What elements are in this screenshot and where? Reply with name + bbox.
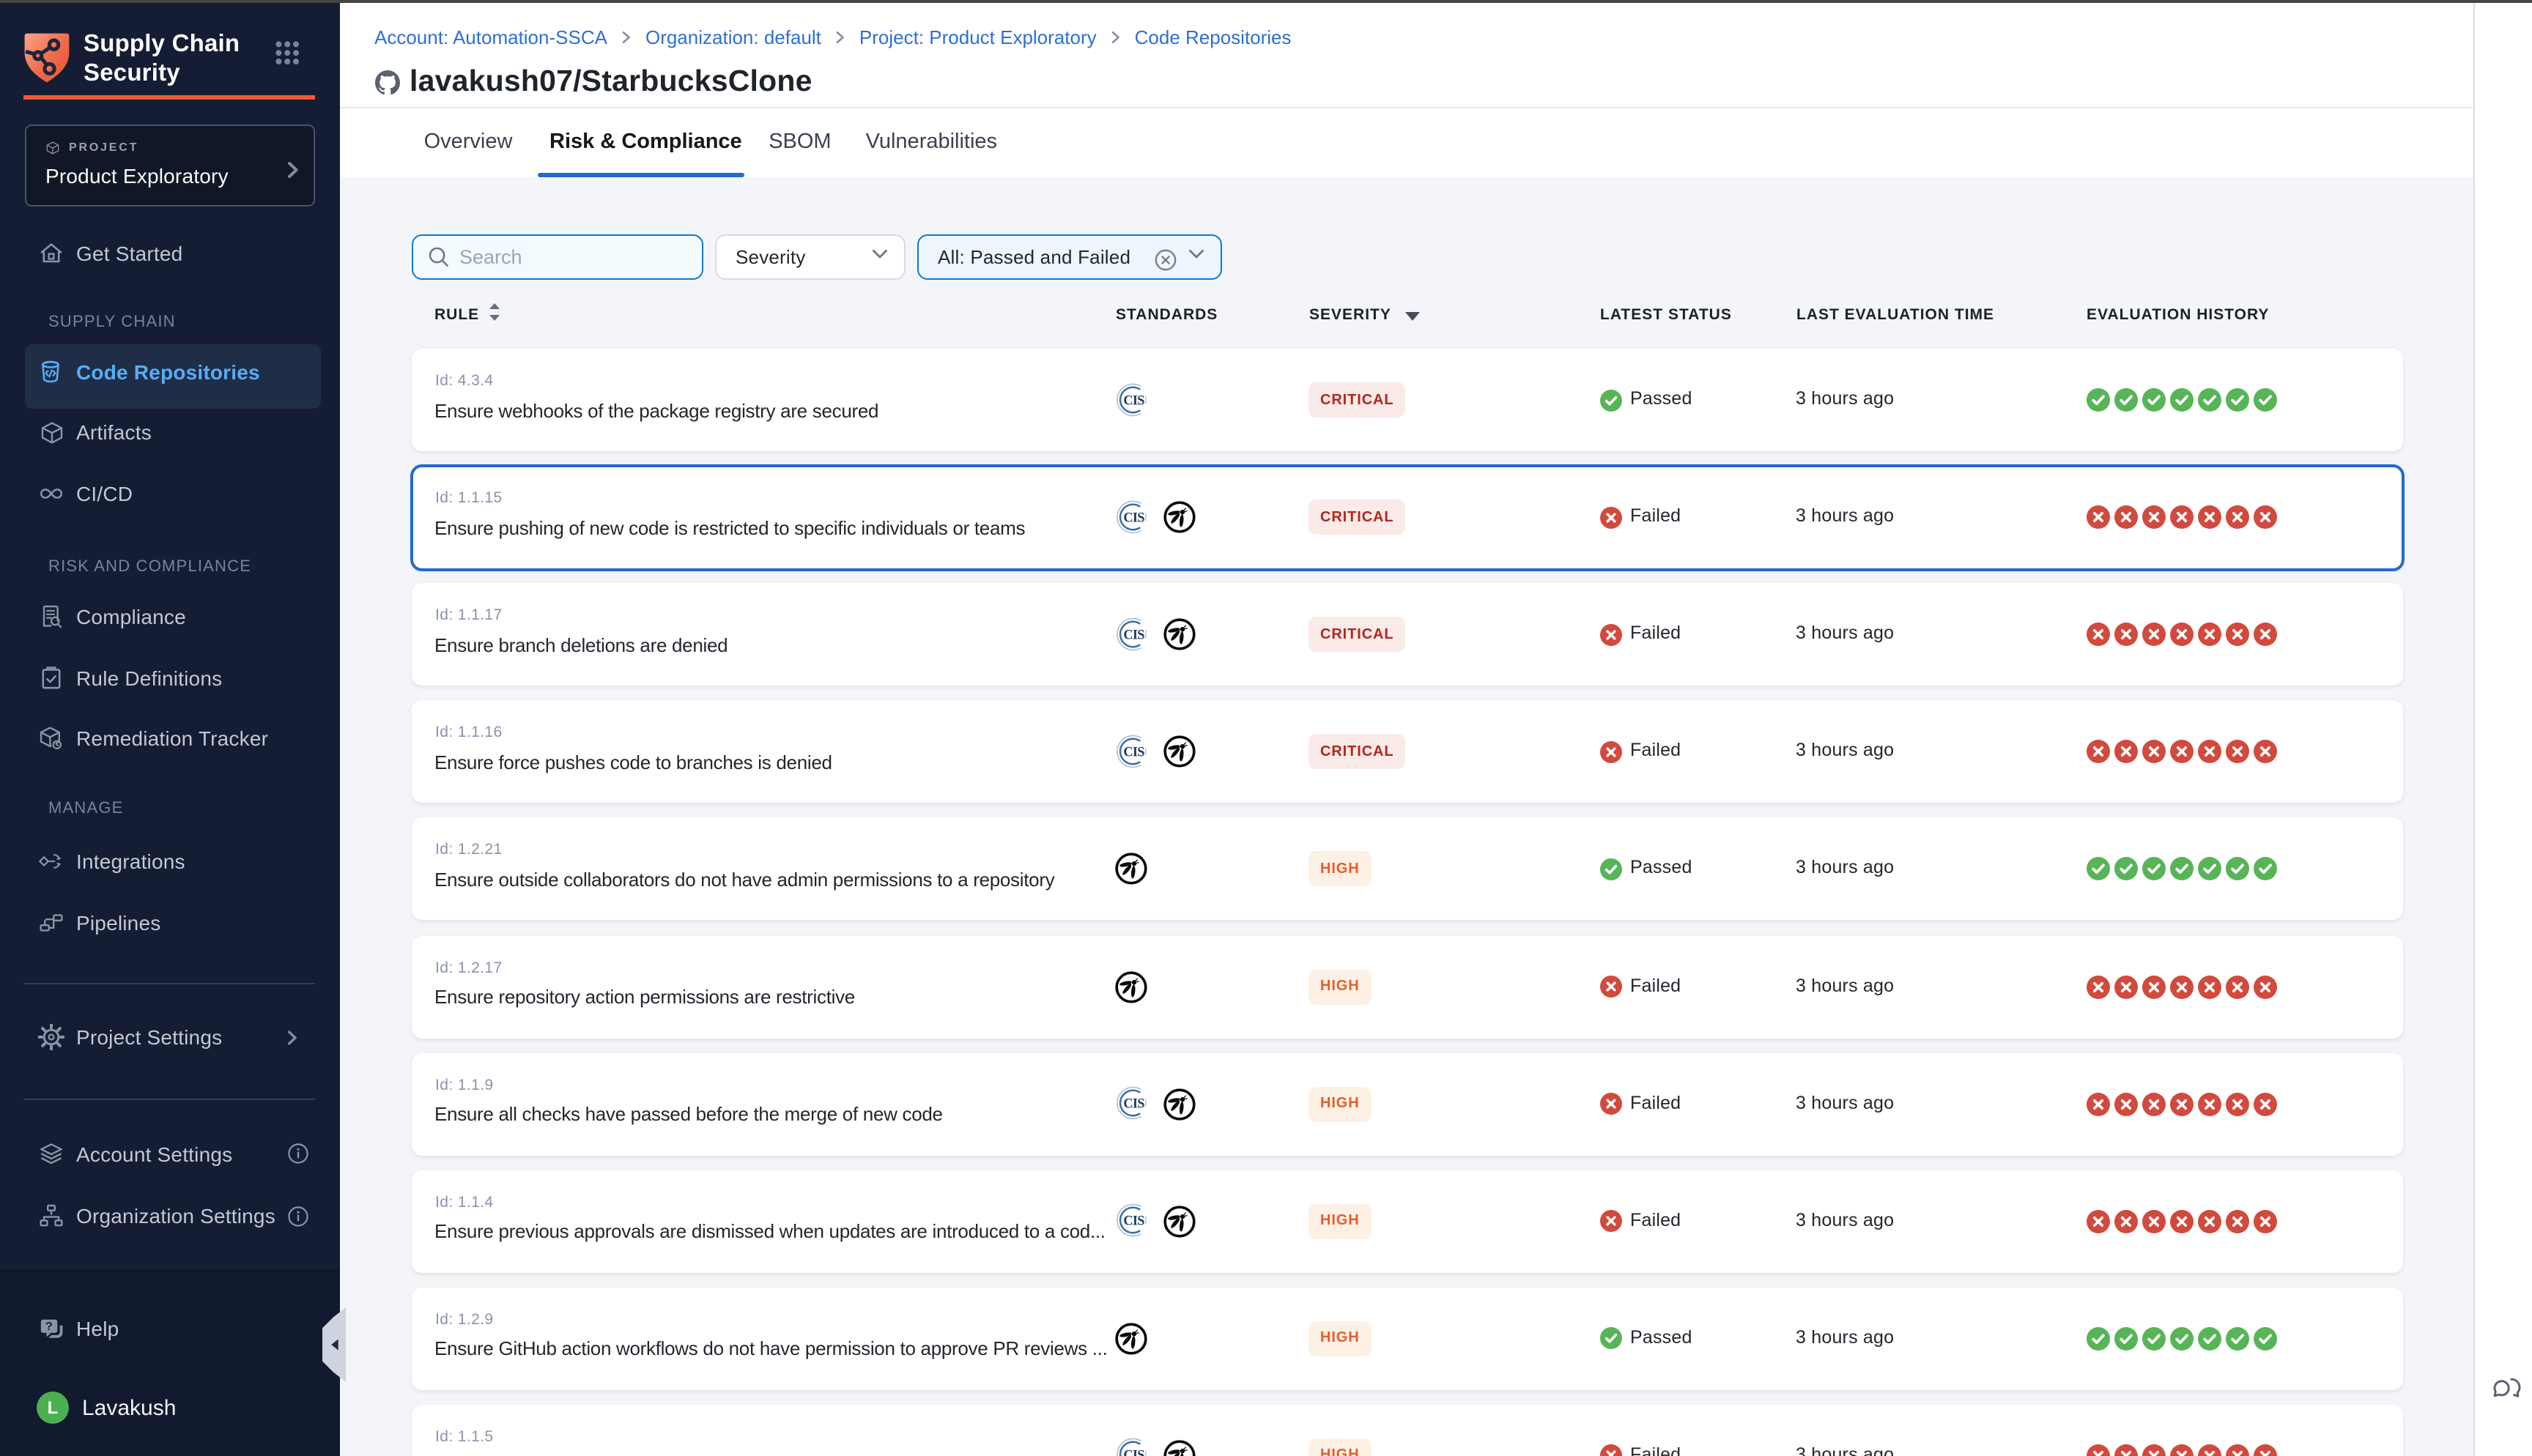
svg-text:CIS: CIS [1123, 627, 1144, 642]
svg-text:CIS: CIS [1123, 1096, 1144, 1111]
svg-text:CIS: CIS [1123, 744, 1144, 759]
svg-text:?: ? [45, 1320, 53, 1332]
svg-text:CIS: CIS [1123, 1448, 1144, 1456]
svg-text:CIS: CIS [1123, 510, 1144, 524]
svg-text:CIS: CIS [1123, 1214, 1144, 1228]
svg-text:CIS: CIS [1123, 393, 1144, 407]
